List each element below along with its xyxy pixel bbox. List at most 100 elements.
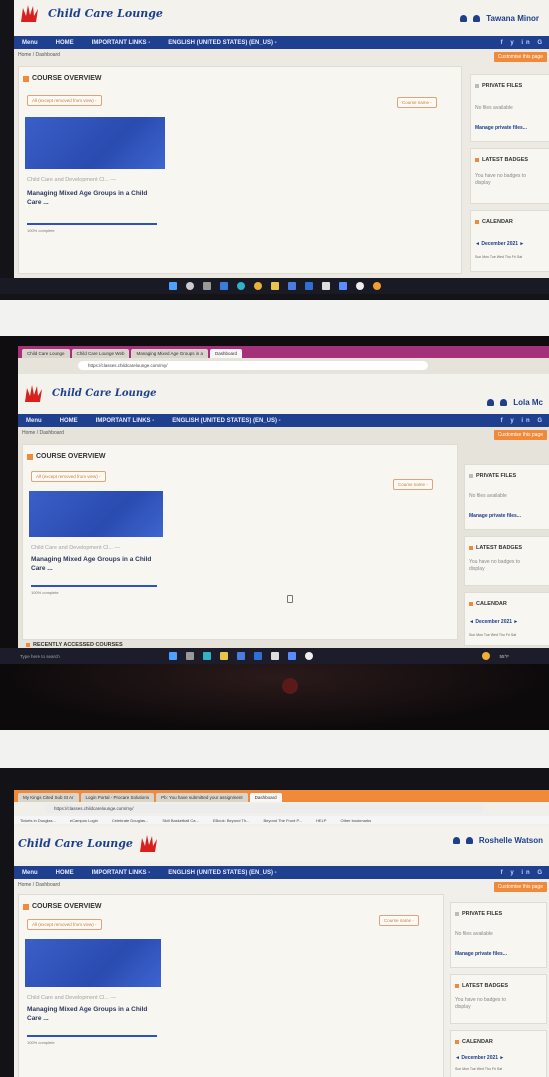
edge-browser-icon[interactable] bbox=[236, 282, 245, 290]
browser-tab[interactable]: Pb: You have submitted your assignment bbox=[156, 793, 248, 802]
mail-icon[interactable] bbox=[304, 282, 313, 290]
store-icon[interactable] bbox=[287, 282, 296, 290]
nav-important-links[interactable]: IMPORTANT LINKS - bbox=[92, 40, 151, 46]
bookmark-item[interactable]: Beyond The Front P... bbox=[263, 818, 302, 823]
customise-page-button[interactable]: Customise this page bbox=[493, 430, 547, 440]
customise-page-button[interactable]: Customise this page bbox=[493, 882, 547, 892]
browser-tab[interactable]: Child Care Lounge Web bbox=[71, 349, 130, 358]
browser-tab-active[interactable]: Dashboard bbox=[210, 349, 243, 358]
calendar-month-nav[interactable]: ◄ December 2021 ► bbox=[455, 1055, 504, 1061]
nav-home[interactable]: HOME bbox=[56, 40, 74, 46]
notification-bell-icon[interactable] bbox=[460, 15, 468, 22]
mail-icon[interactable] bbox=[254, 652, 262, 660]
site-logo[interactable]: Child Care Lounge bbox=[22, 382, 156, 404]
manage-private-files-link[interactable]: Manage private files... bbox=[475, 125, 527, 131]
chrome-icon[interactable] bbox=[253, 282, 262, 290]
manage-private-files-link[interactable]: Manage private files... bbox=[455, 951, 507, 957]
calendar-month-nav[interactable]: ◄ December 2021 ► bbox=[469, 619, 518, 625]
course-name-link[interactable]: Managing Mixed Age Groups in a Child Car… bbox=[27, 189, 157, 207]
bookmark-item[interactable]: Skill Basketball Ca... bbox=[162, 818, 198, 823]
taskbar-search-box[interactable]: Type here to search bbox=[20, 654, 140, 659]
course-category: Child Care and Development Cl... — bbox=[31, 545, 120, 551]
task-view-icon[interactable] bbox=[202, 282, 211, 290]
address-bar[interactable]: https://classes.childcarelounge.com/my/ bbox=[44, 804, 484, 813]
notification-bell-icon[interactable] bbox=[487, 399, 495, 406]
windows-start-icon[interactable] bbox=[168, 282, 177, 290]
message-icon[interactable] bbox=[473, 15, 481, 22]
nav-home[interactable]: HOME bbox=[60, 418, 78, 424]
calendar-weekdays: Sun Mon Tue Wed Thu Fri Sat bbox=[469, 633, 517, 637]
app-icon[interactable] bbox=[271, 652, 279, 660]
breadcrumb[interactable]: Home / Dashboard bbox=[22, 430, 64, 436]
app-icon[interactable] bbox=[321, 282, 330, 290]
course-filter-dropdown[interactable]: All (except removed from view) - bbox=[31, 471, 106, 482]
file-explorer-icon[interactable] bbox=[220, 652, 228, 660]
social-icons[interactable]: f y in G bbox=[501, 870, 549, 876]
bookmark-item[interactable]: EBook: Beyond Th... bbox=[213, 818, 250, 823]
nav-menu[interactable]: Menu bbox=[22, 870, 38, 876]
user-menu[interactable]: Roshelle Watson bbox=[452, 836, 543, 845]
message-icon[interactable] bbox=[500, 399, 508, 406]
weather-icon[interactable] bbox=[482, 652, 491, 660]
circle-app-icon[interactable] bbox=[355, 282, 364, 290]
user-menu[interactable]: Tawana Minor bbox=[460, 14, 539, 23]
browser-tab[interactable]: My Kings Cited Sub St Ar bbox=[18, 793, 79, 802]
user-name[interactable]: Tawana Minor bbox=[486, 14, 539, 23]
file-explorer-icon[interactable] bbox=[270, 282, 279, 290]
widgets-icon[interactable] bbox=[219, 282, 228, 290]
course-name-link[interactable]: Managing Mixed Age Groups in a Child Car… bbox=[31, 555, 161, 573]
dropbox-icon[interactable] bbox=[288, 652, 296, 660]
bookmark-item[interactable]: HELP bbox=[316, 818, 326, 823]
breadcrumb[interactable]: Home / Dashboard bbox=[18, 882, 60, 888]
course-filter-dropdown[interactable]: All (except removed from view) - bbox=[27, 95, 102, 106]
course-sort-dropdown[interactable]: Course name - bbox=[379, 915, 419, 926]
user-name[interactable]: Roshelle Watson bbox=[479, 836, 543, 845]
browser-tab[interactable]: Login Portal - Procare Solutions bbox=[80, 793, 155, 802]
calendar-month-nav[interactable]: ◄ December 2021 ► bbox=[475, 241, 524, 247]
site-logo[interactable]: Child Care Lounge bbox=[18, 2, 163, 24]
nav-home[interactable]: HOME bbox=[56, 870, 74, 876]
user-menu[interactable]: Lola Mc bbox=[487, 398, 543, 407]
customise-page-button[interactable]: Customise this page bbox=[493, 52, 547, 62]
address-bar[interactable]: https://classes.childcarelounge.com/my/ bbox=[78, 361, 428, 370]
course-filter-dropdown[interactable]: All (except removed from view) - bbox=[27, 919, 102, 930]
message-icon[interactable] bbox=[465, 837, 473, 844]
bookmark-item[interactable]: Celebrate Douglas... bbox=[112, 818, 148, 823]
nav-language[interactable]: ENGLISH (UNITED STATES) (EN_US) - bbox=[168, 40, 276, 46]
browser-tab[interactable]: Child Care Lounge bbox=[22, 349, 70, 358]
course-sort-dropdown[interactable]: Course name - bbox=[393, 479, 433, 490]
bookmark-item[interactable]: eCampus Login bbox=[70, 818, 98, 823]
social-icons[interactable]: f y in G bbox=[501, 418, 549, 424]
search-icon[interactable] bbox=[185, 282, 194, 290]
social-icons[interactable]: f y in G bbox=[501, 40, 549, 46]
store-icon[interactable] bbox=[237, 652, 245, 660]
bookmark-item[interactable]: Tickets in Douglas... bbox=[20, 818, 56, 823]
site-logo[interactable]: Child Care Lounge bbox=[18, 832, 163, 854]
nav-menu[interactable]: Menu bbox=[22, 40, 38, 46]
nav-important-links[interactable]: IMPORTANT LINKS - bbox=[96, 418, 155, 424]
notification-bell-icon[interactable] bbox=[452, 837, 460, 844]
breadcrumb[interactable]: Home / Dashboard bbox=[18, 52, 60, 58]
bookmark-item[interactable]: Other bookmarks bbox=[340, 818, 371, 823]
nav-menu[interactable]: Menu bbox=[26, 418, 42, 424]
course-image[interactable] bbox=[25, 939, 161, 987]
task-view-icon[interactable] bbox=[186, 652, 194, 660]
edge-browser-icon[interactable] bbox=[203, 652, 211, 660]
windows-start-icon[interactable] bbox=[169, 652, 177, 660]
course-sort-dropdown[interactable]: Course name - bbox=[397, 97, 437, 108]
nav-important-links[interactable]: IMPORTANT LINKS - bbox=[92, 870, 151, 876]
nav-language[interactable]: ENGLISH (UNITED STATES) (EN_US) - bbox=[168, 870, 276, 876]
course-image[interactable] bbox=[29, 491, 163, 537]
nav-language[interactable]: ENGLISH (UNITED STATES) (EN_US) - bbox=[172, 418, 280, 424]
circle-app-icon[interactable] bbox=[305, 652, 313, 660]
course-progress-bar bbox=[31, 585, 157, 587]
manage-private-files-link[interactable]: Manage private files... bbox=[469, 513, 521, 519]
color-app-icon[interactable] bbox=[372, 282, 381, 290]
user-name[interactable]: Lola Mc bbox=[513, 398, 543, 407]
course-image[interactable] bbox=[25, 117, 165, 169]
browser-tab[interactable]: Managing Mixed Age Groups in a bbox=[131, 349, 209, 358]
browser-tab-active[interactable]: Dashboard bbox=[249, 793, 282, 802]
course-name-link[interactable]: Managing Mixed Age Groups in a Child Car… bbox=[27, 1005, 157, 1023]
dropbox-icon[interactable] bbox=[338, 282, 347, 290]
private-files-block: PRIVATE FILES No files available Manage … bbox=[470, 74, 549, 142]
